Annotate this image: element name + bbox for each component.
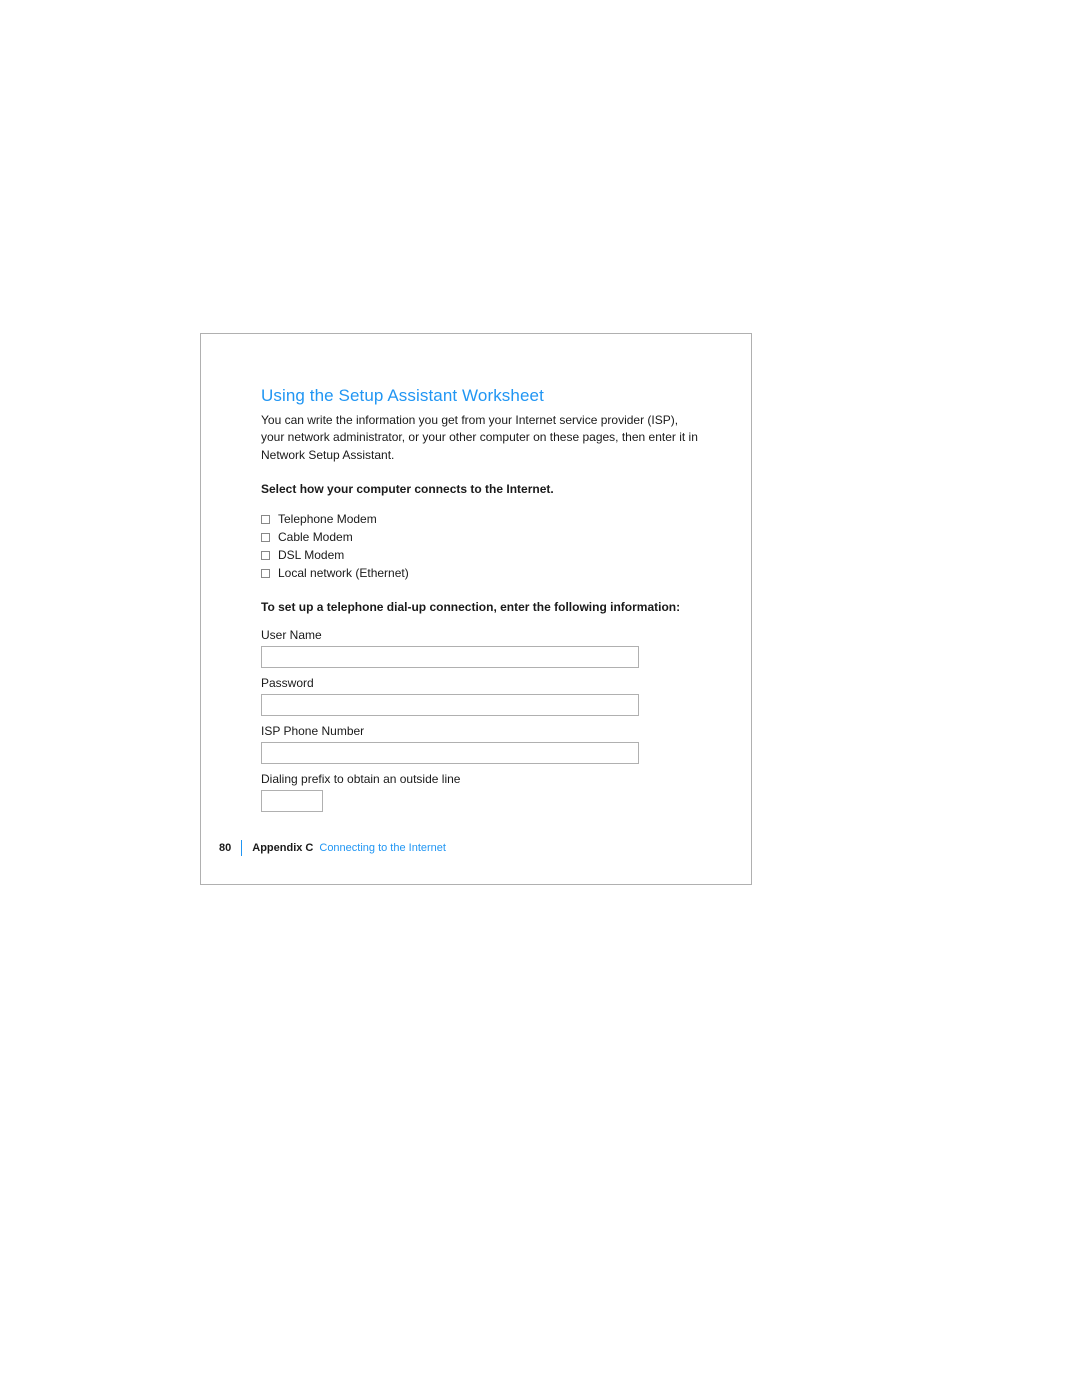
option-dsl-modem: DSL Modem — [261, 546, 701, 564]
connection-options: Telephone Modem Cable Modem DSL Modem Lo… — [261, 510, 701, 582]
checkbox-icon[interactable] — [261, 551, 270, 560]
field-isp-phone: ISP Phone Number — [261, 724, 701, 764]
user-name-label: User Name — [261, 628, 701, 642]
page-number: 80 — [215, 842, 241, 854]
intro-paragraph: You can write the information you get fr… — [261, 412, 701, 464]
checkbox-icon[interactable] — [261, 515, 270, 524]
dialup-heading: To set up a telephone dial-up connection… — [261, 600, 701, 614]
footer-chapter: Connecting to the Internet — [319, 842, 446, 854]
content-area: Using the Setup Assistant Worksheet You … — [261, 386, 701, 820]
field-password: Password — [261, 676, 701, 716]
option-label: DSL Modem — [278, 546, 344, 564]
checkbox-icon[interactable] — [261, 533, 270, 542]
option-label: Telephone Modem — [278, 510, 377, 528]
dialing-prefix-input[interactable] — [261, 790, 323, 812]
field-user-name: User Name — [261, 628, 701, 668]
user-name-input[interactable] — [261, 646, 639, 668]
option-telephone-modem: Telephone Modem — [261, 510, 701, 528]
footer-appendix: Appendix C — [252, 842, 313, 854]
option-label: Cable Modem — [278, 528, 353, 546]
section-title: Using the Setup Assistant Worksheet — [261, 386, 701, 406]
checkbox-icon[interactable] — [261, 569, 270, 578]
footer-divider — [241, 840, 242, 856]
page-footer: 80 Appendix C Connecting to the Internet — [215, 840, 446, 856]
dialing-prefix-label: Dialing prefix to obtain an outside line — [261, 772, 701, 786]
isp-phone-label: ISP Phone Number — [261, 724, 701, 738]
isp-phone-input[interactable] — [261, 742, 639, 764]
password-input[interactable] — [261, 694, 639, 716]
page-frame: Using the Setup Assistant Worksheet You … — [200, 333, 752, 885]
option-label: Local network (Ethernet) — [278, 564, 409, 582]
password-label: Password — [261, 676, 701, 690]
select-heading: Select how your computer connects to the… — [261, 482, 701, 496]
option-local-network: Local network (Ethernet) — [261, 564, 701, 582]
option-cable-modem: Cable Modem — [261, 528, 701, 546]
field-dialing-prefix: Dialing prefix to obtain an outside line — [261, 772, 701, 812]
